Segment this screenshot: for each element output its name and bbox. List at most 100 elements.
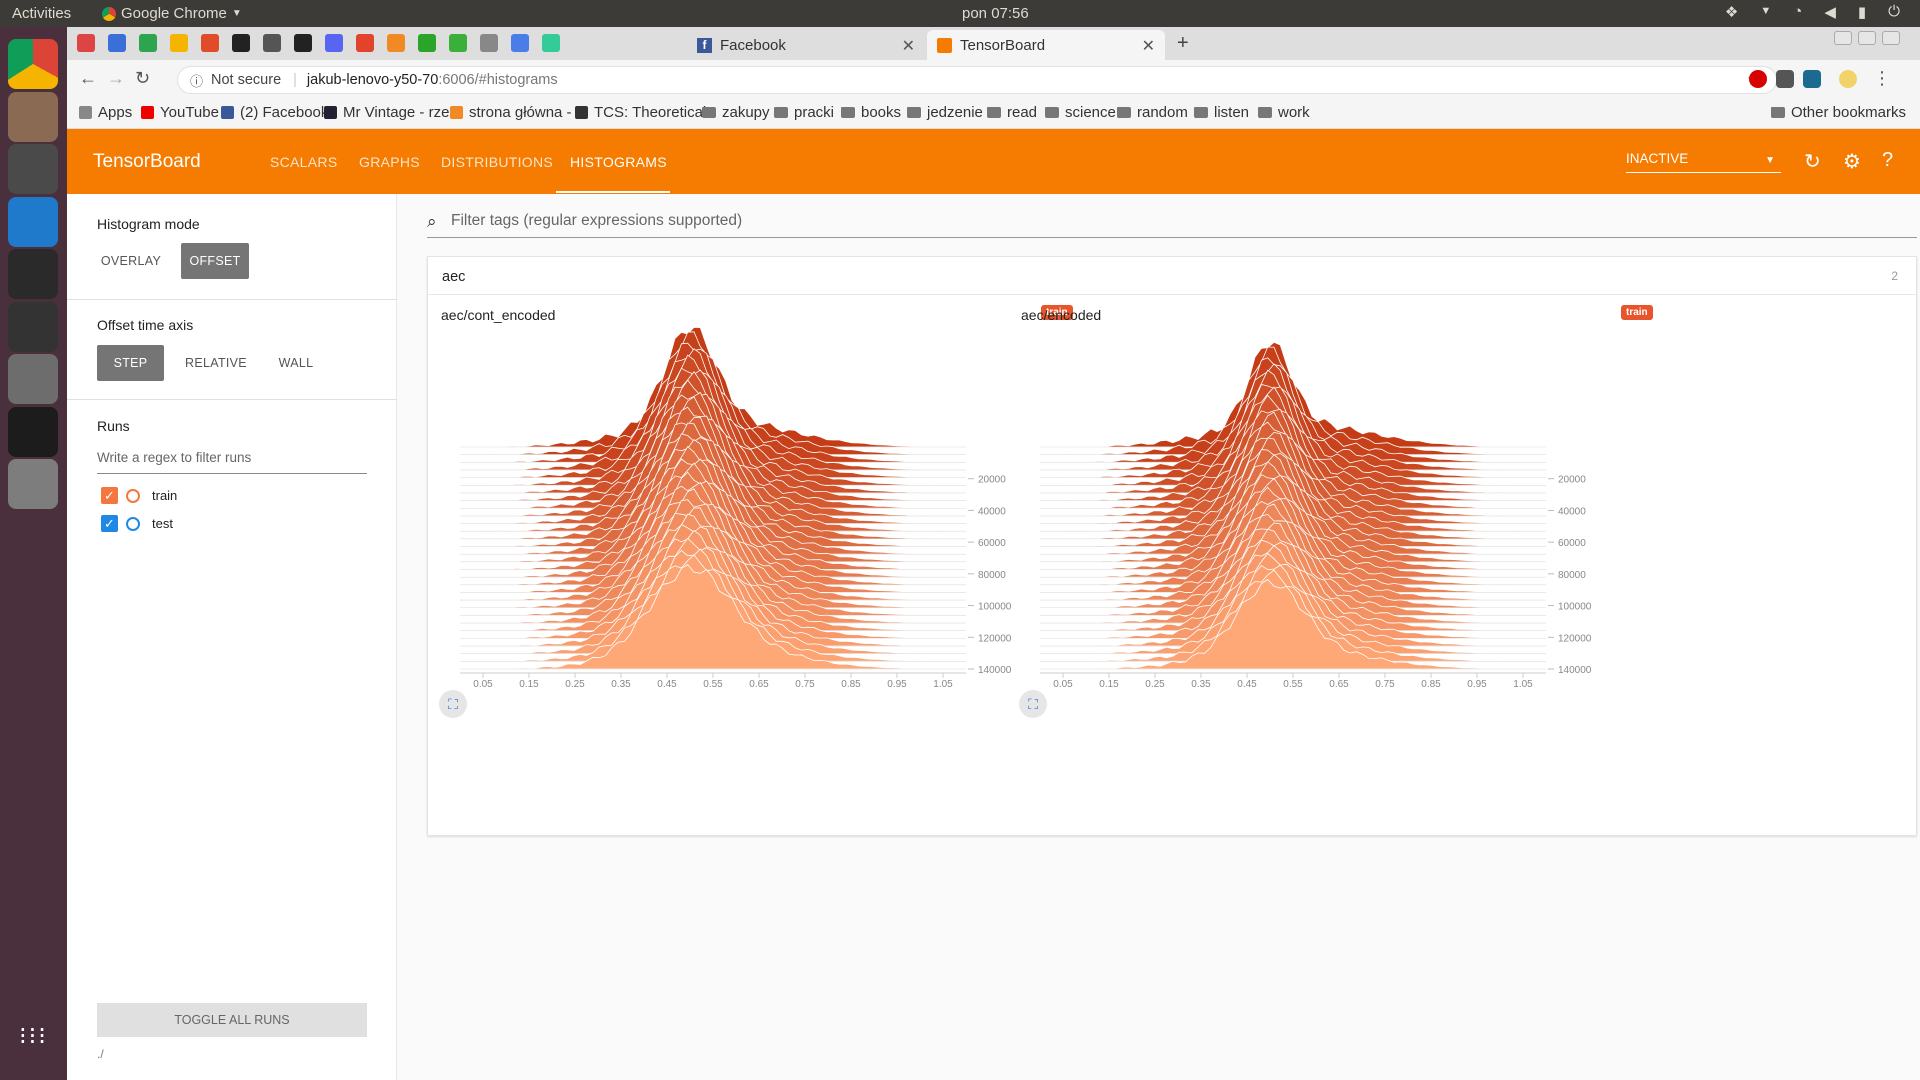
- camera-icon[interactable]: [8, 354, 58, 404]
- help-icon[interactable]: ?: [1882, 149, 1893, 172]
- minimize-button[interactable]: [1834, 31, 1852, 45]
- info-icon[interactable]: ⓘ: [190, 71, 203, 90]
- tab-facebook[interactable]: f Facebook ✕: [687, 30, 925, 60]
- bookmark-item[interactable]: science: [1045, 104, 1116, 121]
- close-window-button[interactable]: [1882, 31, 1900, 45]
- chevron-down-icon[interactable]: ▼: [1760, 3, 1771, 21]
- dropbox-icon[interactable]: ❖: [1725, 3, 1738, 21]
- pinned-tab[interactable]: [294, 34, 312, 52]
- pinned-tab[interactable]: [387, 34, 405, 52]
- close-icon[interactable]: ✕: [902, 36, 915, 56]
- m-extension-icon[interactable]: [1803, 70, 1821, 88]
- pinned-tab[interactable]: [263, 34, 281, 52]
- step-button[interactable]: STEP: [97, 345, 164, 381]
- run-color-ring[interactable]: [126, 516, 140, 531]
- back-button[interactable]: ←: [79, 68, 97, 89]
- bookmark-item[interactable]: Mr Vintage - rze: [324, 104, 449, 121]
- offset-button[interactable]: OFFSET: [181, 243, 249, 279]
- intellij-icon[interactable]: [8, 406, 58, 457]
- tab-strip: f Facebook ✕ TensorBoard ✕ +: [67, 27, 1920, 60]
- reload-button[interactable]: ↻: [135, 68, 150, 89]
- volume-icon[interactable]: ◀: [1824, 3, 1836, 21]
- other-bookmarks[interactable]: Other bookmarks: [1770, 104, 1906, 121]
- toggle-all-runs-button[interactable]: TOGGLE ALL RUNS: [97, 1003, 367, 1037]
- run-item-train[interactable]: ✓ train: [101, 487, 177, 504]
- url-host: jakub-lenovo-y50-70: [306, 72, 439, 88]
- reload-icon[interactable]: ↻: [1804, 149, 1821, 174]
- run-item-test[interactable]: ✓ test: [101, 515, 173, 532]
- pinned-tab[interactable]: [139, 34, 157, 52]
- system-tray[interactable]: ❖ ▼ ◔ ◀ ▮ ⏻: [1725, 3, 1900, 21]
- bookmark-label: TCS: Theoretical: [594, 104, 707, 121]
- new-tab-button[interactable]: +: [1177, 32, 1189, 55]
- pinned-tab[interactable]: [232, 34, 250, 52]
- bookmark-item[interactable]: Apps: [79, 104, 132, 121]
- pinned-tab[interactable]: [170, 34, 188, 52]
- vscode-icon[interactable]: [8, 196, 58, 247]
- bookmark-item[interactable]: read: [987, 104, 1037, 121]
- pinned-tab[interactable]: [449, 34, 467, 52]
- power-icon[interactable]: ⏻: [1888, 3, 1900, 21]
- bookmark-item[interactable]: work: [1258, 104, 1310, 121]
- inactive-dashboards-select[interactable]: INACTIVE ▼: [1626, 151, 1781, 173]
- menu-icon[interactable]: ⋮: [1873, 68, 1891, 89]
- tab-graphs[interactable]: GRAPHS: [359, 154, 420, 170]
- show-applications-icon[interactable]: ⁝⁝⁝: [19, 1025, 48, 1049]
- address-bar[interactable]: ⓘ Not secure | jakub-lenovo-y50-70 :6006…: [177, 66, 1777, 94]
- run-checkbox[interactable]: ✓: [101, 487, 118, 504]
- bookmark-item[interactable]: strona główna -: [450, 104, 572, 121]
- bookmark-item[interactable]: pracki: [774, 104, 834, 121]
- expand-icon[interactable]: ⛶: [439, 690, 467, 718]
- bookmark-item[interactable]: YouTube: [141, 104, 219, 121]
- pinned-tab[interactable]: [325, 34, 343, 52]
- bookmark-item[interactable]: random: [1117, 104, 1188, 121]
- settings-icon[interactable]: [8, 459, 58, 509]
- battery-icon[interactable]: ▮: [1858, 3, 1866, 21]
- activities-button[interactable]: Activities: [12, 5, 71, 22]
- tag-filter-input[interactable]: ⌕ Filter tags (regular expressions suppo…: [427, 212, 1917, 238]
- pinned-tab[interactable]: [201, 34, 219, 52]
- pinned-tab[interactable]: [356, 34, 374, 52]
- clock[interactable]: pon 07:56: [962, 5, 1029, 22]
- tab-scalars[interactable]: SCALARS: [270, 154, 337, 170]
- wall-button[interactable]: WALL: [266, 345, 326, 381]
- tab-histograms[interactable]: HISTOGRAMS: [570, 154, 667, 170]
- category-title[interactable]: aec: [442, 269, 465, 285]
- brand[interactable]: TensorBoard: [93, 151, 201, 173]
- pinned-tab[interactable]: [77, 34, 95, 52]
- wifi-icon[interactable]: ◔: [1793, 3, 1802, 21]
- bookmark-item[interactable]: books: [841, 104, 901, 121]
- bookmark-item[interactable]: TCS: Theoretical: [575, 104, 706, 121]
- relative-button[interactable]: RELATIVE: [176, 345, 256, 381]
- pocket-extension-icon[interactable]: [1776, 70, 1794, 88]
- bookmark-item[interactable]: (2) Facebook: [221, 104, 328, 121]
- run-color-ring[interactable]: [126, 488, 140, 503]
- pinned-tab[interactable]: [480, 34, 498, 52]
- pinned-tab[interactable]: [542, 34, 560, 52]
- bookmark-item[interactable]: listen: [1194, 104, 1249, 121]
- maximize-button[interactable]: [1858, 31, 1876, 45]
- pinned-tab[interactable]: [108, 34, 126, 52]
- run-checkbox[interactable]: ✓: [101, 515, 118, 532]
- tab-tensorboard[interactable]: TensorBoard ✕: [927, 30, 1165, 60]
- bookmark-item[interactable]: jedzenie: [907, 104, 983, 121]
- expand-icon[interactable]: ⛶: [1019, 690, 1047, 718]
- gear-icon[interactable]: ⚙: [1843, 149, 1861, 174]
- app-menu[interactable]: Google Chrome ▼: [102, 5, 242, 22]
- sublime-icon[interactable]: [8, 144, 58, 194]
- pinned-tab[interactable]: [511, 34, 529, 52]
- tab-distributions[interactable]: DISTRIBUTIONS: [441, 154, 553, 170]
- files-icon[interactable]: [8, 91, 58, 142]
- histogram-chart[interactable]: 20000 40000 60000 80000 100000 120000 140000 0.…: [1008, 297, 1708, 727]
- opera-extension-icon[interactable]: [1749, 70, 1767, 88]
- overlay-button[interactable]: OVERLAY: [97, 243, 165, 279]
- chrome-icon[interactable]: [8, 39, 58, 89]
- run-filter-input[interactable]: Write a regex to filter runs: [97, 450, 367, 474]
- bookmark-item[interactable]: zakupy: [702, 104, 770, 121]
- forward-button[interactable]: →: [107, 68, 125, 89]
- pinned-tab[interactable]: [418, 34, 436, 52]
- terminal-icon[interactable]: [8, 301, 58, 352]
- close-icon[interactable]: ✕: [1142, 36, 1155, 56]
- lock-icon[interactable]: [8, 249, 58, 299]
- profile-avatar[interactable]: [1839, 70, 1857, 88]
